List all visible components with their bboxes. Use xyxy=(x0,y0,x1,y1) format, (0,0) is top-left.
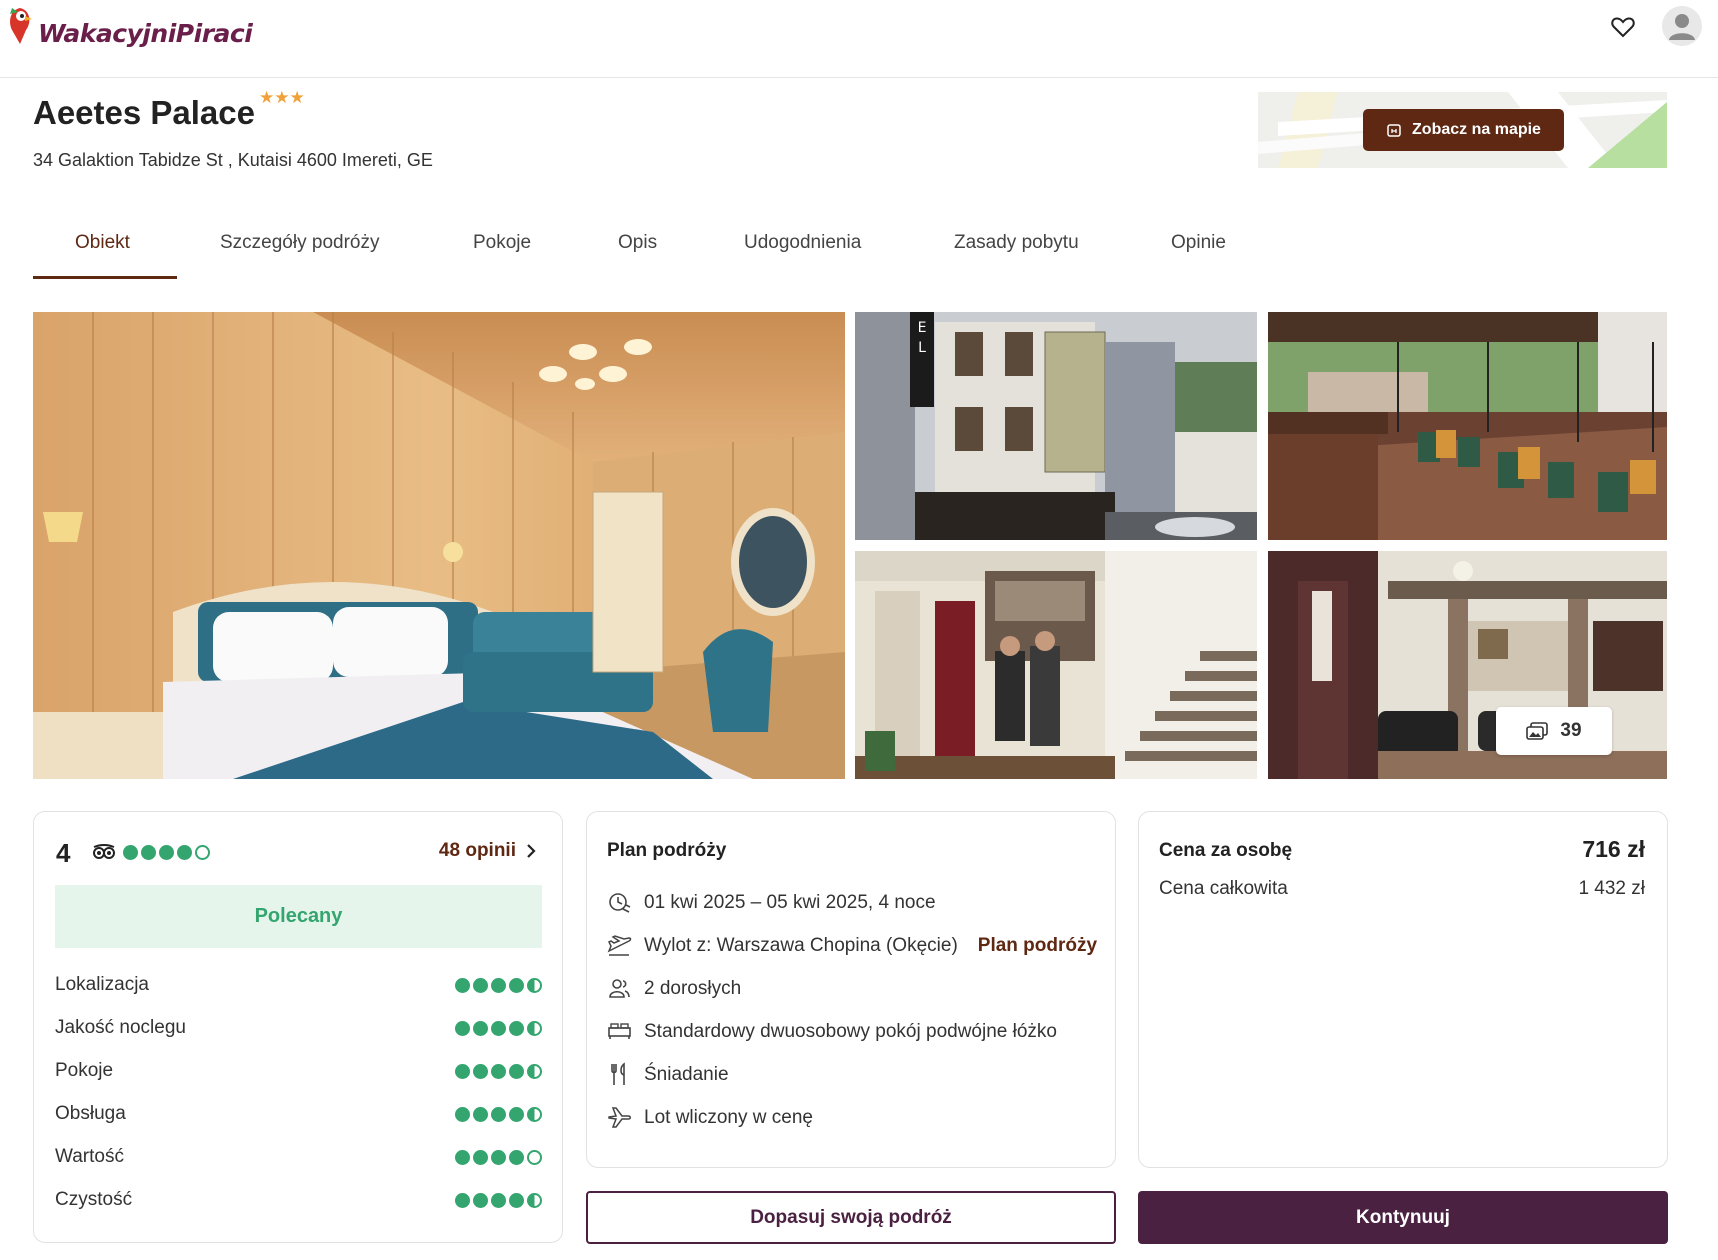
plane-takeoff-icon xyxy=(607,935,632,956)
logo-text: WakacyjniPiraci xyxy=(38,18,253,48)
plan-guests-row: 2 dorosłych xyxy=(607,976,741,1001)
reception-photo xyxy=(855,551,1257,779)
adjust-trip-button[interactable]: Dopasuj swoją podróż xyxy=(586,1191,1116,1244)
rating-dot xyxy=(141,844,156,860)
criterion-label: Pokoje xyxy=(55,1060,114,1081)
hotel-stars: ★★★ xyxy=(259,88,305,107)
show-map-button[interactable]: Zobacz na mapie xyxy=(1363,109,1564,151)
criterion-label: Wartość xyxy=(55,1146,124,1167)
tab-szczegoly-podrozy[interactable]: Szczegóły podróży xyxy=(220,232,379,254)
tab-opis[interactable]: Opis xyxy=(618,232,657,254)
opinions-link[interactable]: 48 opinii xyxy=(439,840,536,862)
trip-plan-card: Plan podróży 01 kwi 2025 – 05 kwi 2025, … xyxy=(586,811,1116,1168)
plan-departure: Wylot z: Warszawa Chopina (Okęcie) xyxy=(644,934,958,956)
criterion-dots xyxy=(455,1106,542,1122)
parrot-logo-icon xyxy=(10,8,32,44)
photo-main-bedroom[interactable] xyxy=(33,312,845,779)
user-avatar[interactable] xyxy=(1662,6,1702,46)
user-icon xyxy=(1669,14,1695,40)
favorites-button[interactable] xyxy=(1608,12,1638,42)
tripadvisor-rating xyxy=(92,844,210,860)
hotel-address: 34 Galaktion Tabidze St , Kutaisi 4600 I… xyxy=(33,150,433,170)
terrace-photo xyxy=(1268,312,1667,540)
tab-pokoje[interactable]: Pokoje xyxy=(473,232,531,254)
price-total-value: 1 432 zł xyxy=(1578,878,1645,899)
plan-flight-row: Lot wliczony w cenę xyxy=(607,1105,813,1130)
recommended-badge: Polecany xyxy=(55,885,542,948)
criterion-label: Czystość xyxy=(55,1189,133,1210)
facade-photo: E L xyxy=(855,312,1257,540)
plan-departure-row: Wylot z: Warszawa Chopina (Okęcie) Plan … xyxy=(607,933,1097,958)
criterion-dots xyxy=(455,1020,542,1036)
rating-dot xyxy=(177,844,192,860)
plan-room: Standardowy dwuosobowy pokój podwójne łó… xyxy=(644,1020,1057,1042)
price-card: Cena za osobę 716 zł Cena całkowita 1 43… xyxy=(1138,811,1668,1168)
criterion-dots xyxy=(455,1063,542,1079)
plan-board: Śniadanie xyxy=(644,1063,729,1085)
tab-opinie[interactable]: Opinie xyxy=(1171,232,1226,254)
photo-reception[interactable] xyxy=(855,551,1257,779)
plane-icon xyxy=(608,1107,631,1128)
heart-icon xyxy=(1611,17,1635,38)
svg-text:L: L xyxy=(918,340,926,356)
criterion-dots xyxy=(455,977,542,993)
continue-button[interactable]: Kontynuuj xyxy=(1138,1191,1668,1244)
hotel-title: Aeetes Palace xyxy=(33,94,255,131)
photo-terrace[interactable] xyxy=(1268,312,1667,540)
plan-dates-row: 01 kwi 2025 – 05 kwi 2025, 4 noce xyxy=(607,890,936,915)
logo[interactable]: WakacyjniPiraci xyxy=(6,4,253,48)
top-bar: WakacyjniPiraci xyxy=(0,0,1718,78)
criterion-label: Obsługa xyxy=(55,1103,126,1124)
tab-udogodnienia[interactable]: Udogodnienia xyxy=(744,232,861,254)
tripadvisor-owl-icon xyxy=(93,844,115,859)
show-map-label: Zobacz na mapie xyxy=(1412,121,1541,138)
criterion-row: Pokoje xyxy=(55,1056,542,1086)
active-tab-indicator xyxy=(33,276,177,279)
plan-guests: 2 dorosłych xyxy=(644,977,742,999)
gallery-icon xyxy=(1526,722,1549,740)
rating-dot xyxy=(123,844,138,860)
chevron-right-icon xyxy=(527,844,536,858)
criterion-label: Lokalizacja xyxy=(55,974,149,995)
criterion-row: Lokalizacja xyxy=(55,970,542,1000)
price-total-label: Cena całkowita xyxy=(1159,878,1288,899)
calendar-icon xyxy=(609,893,631,913)
bed-icon xyxy=(608,1023,631,1039)
section-tabs: Obiekt Szczegóły podróży Pokoje Opis Udo… xyxy=(33,222,1433,280)
opinions-count: 48 opinii xyxy=(438,840,516,861)
rating-dot xyxy=(195,844,210,860)
criterion-dots xyxy=(455,1192,542,1208)
cutlery-icon xyxy=(611,1062,625,1085)
users-icon xyxy=(609,979,630,998)
tab-obiekt[interactable]: Obiekt xyxy=(75,232,130,254)
photo-gallery: E L xyxy=(33,312,1667,779)
bedroom-photo xyxy=(33,312,845,779)
trip-plan-link[interactable]: Plan podróży xyxy=(978,935,1097,957)
all-photos-button[interactable]: 39 xyxy=(1496,707,1612,755)
plan-dates: 01 kwi 2025 – 05 kwi 2025, 4 noce xyxy=(644,891,936,913)
criterion-dots xyxy=(455,1149,542,1165)
rating-score: 4 xyxy=(56,838,71,868)
map-pin-icon xyxy=(1387,124,1401,137)
criterion-row: Czystość xyxy=(55,1185,542,1215)
criterion-row: Wartość xyxy=(55,1142,542,1172)
criterion-label: Jakość noclegu xyxy=(55,1017,186,1038)
rating-card: 4 48 opinii Polecany Lokalizacja Jakość … xyxy=(33,811,563,1243)
price-per-person-label: Cena za osobę xyxy=(1159,840,1293,861)
plan-room-row: Standardowy dwuosobowy pokój podwójne łó… xyxy=(607,1019,1057,1044)
plan-board-row: Śniadanie xyxy=(607,1062,729,1087)
criterion-row: Obsługa xyxy=(55,1099,542,1129)
tab-zasady-pobytu[interactable]: Zasady pobytu xyxy=(954,232,1079,254)
price-per-person-value: 716 zł xyxy=(1582,836,1645,862)
photo-facade[interactable]: E L xyxy=(855,312,1257,540)
svg-text:E: E xyxy=(918,320,927,336)
plan-flight: Lot wliczony w cenę xyxy=(644,1106,813,1128)
trip-plan-title: Plan podróży xyxy=(607,840,727,861)
criterion-row: Jakość noclegu xyxy=(55,1013,542,1043)
photo-count: 39 xyxy=(1560,720,1582,741)
rating-dot xyxy=(159,844,174,860)
